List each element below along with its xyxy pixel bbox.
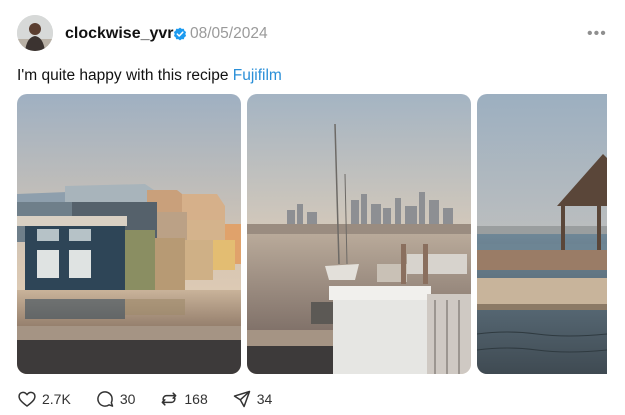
post-image-3[interactable] xyxy=(477,94,607,374)
post-image-2[interactable] xyxy=(247,94,471,374)
share-button[interactable]: 34 xyxy=(232,389,273,409)
post-image-1[interactable] xyxy=(17,94,241,374)
post-date[interactable]: 08/05/2024 xyxy=(190,25,268,43)
more-dots-icon[interactable]: ••• xyxy=(587,25,607,43)
send-icon xyxy=(233,390,250,408)
repost-icon xyxy=(161,392,177,406)
username[interactable]: clockwise_yvr xyxy=(65,25,174,43)
topic-tag-link[interactable]: Fujifilm xyxy=(233,67,282,84)
repost-count: 168 xyxy=(184,391,208,407)
comment-icon xyxy=(96,391,114,407)
post-body-text: I'm quite happy with this recipe xyxy=(17,67,233,84)
repost-button[interactable]: 168 xyxy=(159,389,208,409)
like-button[interactable]: 2.7K xyxy=(17,389,71,409)
like-count: 2.7K xyxy=(42,391,71,407)
reply-button[interactable]: 30 xyxy=(95,389,136,409)
share-count: 34 xyxy=(256,391,273,407)
post-actions: 2.7K 30 168 34 xyxy=(17,388,296,410)
heart-icon xyxy=(18,391,36,407)
post-text: I'm quite happy with this recipe Fujifil… xyxy=(17,67,282,85)
avatar[interactable] xyxy=(17,15,53,51)
verified-badge-icon xyxy=(173,27,187,41)
reply-count: 30 xyxy=(119,391,136,407)
